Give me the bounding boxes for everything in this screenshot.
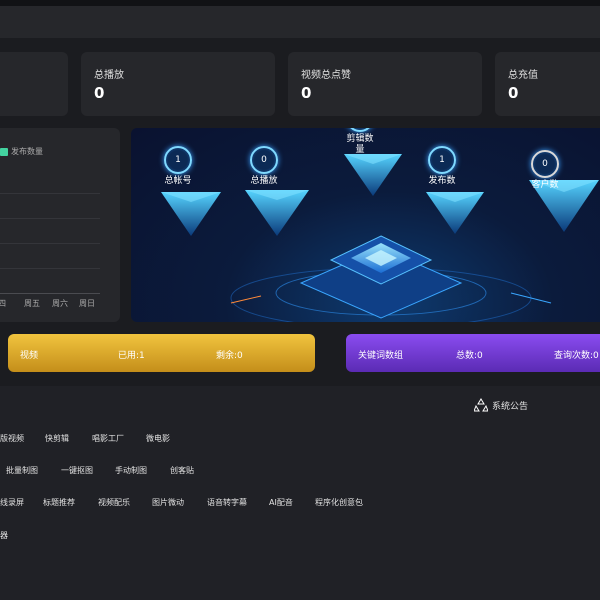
tool-link[interactable]: 唱影工厂 [92,433,124,444]
stat-card-total-play: 总播放 0 [81,52,275,116]
stat-label: 视频总点赞 [301,70,351,81]
recycle-icon [474,398,488,412]
band-remain: 剩余:0 [216,351,243,361]
pyramid-marker [161,192,221,236]
overview-visual-panel: 1 总帐号 0 总播放 0 剪辑数量 1 发布数 0 客户数 [131,128,600,322]
stat-value: 0 [301,84,312,102]
pyramid-marker [245,190,309,236]
notice-label: 系统公告 [492,401,529,412]
stat-value: 0 [94,84,105,102]
node-total-plays: 0 总播放 [245,146,283,187]
tool-link[interactable]: 图片微动 [152,497,184,508]
tool-link[interactable]: 标题推荐 [43,497,75,508]
stat-label: 总充值 [508,70,538,81]
band-query: 查询次数:0 [554,351,599,361]
x-tick: 周五 [24,299,40,308]
legend-swatch [0,147,8,156]
node-label: 总播放 [250,176,278,186]
stat-value: 0 [508,84,519,102]
stat-card-video-likes: 视频总点赞 0 [288,52,482,116]
keyword-quota-band: 关键词数组 总数:0 查询次数:0 [346,334,600,372]
node-edit-count: 0 剪辑数量 [340,128,380,156]
system-notice-link[interactable]: 系统公告 [474,398,528,412]
x-tick: 周六 [52,299,68,308]
stat-card-partial [0,52,68,116]
x-tick: 周日 [79,299,95,308]
tool-link[interactable]: 批量制图 [6,465,38,476]
chart-gridline [0,218,100,219]
tool-link[interactable]: 视频配乐 [98,497,130,508]
legend-label: 发布数量 [11,147,43,156]
node-value: 1 [428,146,456,174]
chart-axis [0,293,100,294]
tool-link[interactable]: 微电影 [146,433,170,444]
node-value: 0 [531,150,559,178]
stat-card-total-recharge: 总充值 0 [495,52,600,116]
chart-gridline [0,268,100,269]
chart-legend[interactable]: 发布数量 [0,146,43,157]
pyramid-marker [426,192,484,234]
band-title: 视频 [20,351,39,361]
node-total-accounts: 1 总帐号 [160,146,196,187]
publish-chart-card: 发布数量 周四 周五 周六 周日 [0,128,120,322]
tool-link[interactable]: 创客贴 [170,465,194,476]
header-bar [0,6,600,38]
node-value: 0 [250,146,278,174]
tool-link[interactable]: 程序化创意包 [315,497,363,508]
pyramid-marker [344,154,402,196]
chart-gridline [0,193,100,194]
tool-link[interactable]: 手动制图 [115,465,147,476]
tool-link[interactable]: 快剪辑 [45,433,69,444]
tools-panel [0,386,600,600]
tool-link[interactable]: 器 [0,530,8,541]
node-label: 发布数 [428,176,456,186]
node-value: 1 [164,146,192,174]
band-total: 总数:0 [456,351,483,361]
node-publish-count: 1 发布数 [423,146,461,187]
tool-link[interactable]: 版视频 [0,433,24,444]
node-label: 剪辑数量 [346,134,374,155]
x-tick: 周四 [0,299,6,308]
stat-label: 总播放 [94,70,124,81]
chart-gridline [0,243,100,244]
node-customer-count: 0 客户数 [525,150,565,191]
band-used: 已用:1 [118,351,145,361]
video-quota-band: 视频 已用:1 剩余:0 [8,334,315,372]
node-value: 0 [346,128,374,132]
tool-link[interactable]: AI配音 [269,497,293,508]
band-title: 关键词数组 [358,351,404,361]
node-label: 总帐号 [164,176,192,186]
tool-link[interactable]: 语音转字幕 [207,497,247,508]
node-label: 客户数 [531,180,559,190]
tool-link[interactable]: 一键抠图 [61,465,93,476]
tool-link[interactable]: 线录屏 [0,497,24,508]
